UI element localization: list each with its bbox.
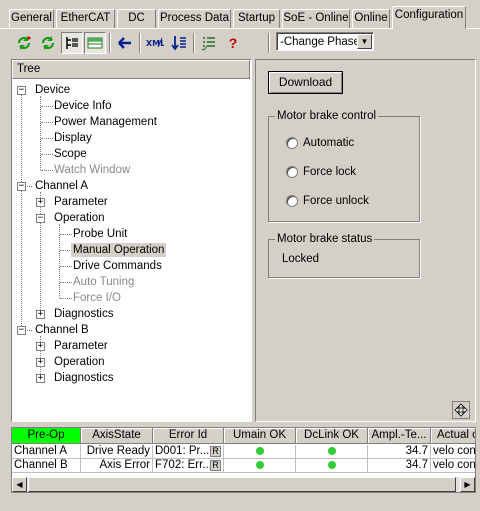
row-b-actual: velo con — [431, 459, 475, 473]
tab-general[interactable]: General — [9, 9, 54, 28]
tree-node-operation[interactable]: Operation — [52, 355, 107, 369]
radio-force-unlock[interactable] — [286, 195, 298, 207]
table-view-icon[interactable] — [84, 32, 106, 54]
tree-view-icon[interactable] — [61, 32, 83, 54]
brake-status-title: Motor brake status — [275, 233, 375, 246]
reset-button[interactable]: R — [210, 460, 221, 471]
expand-icon[interactable]: + — [36, 374, 45, 383]
tab-configuration[interactable]: Configuration — [392, 6, 466, 29]
row-a-temp: 34.7 — [368, 445, 431, 459]
import-export-icon[interactable] — [168, 32, 190, 54]
tree-node-channel-a[interactable]: Channel A — [33, 179, 90, 193]
horizontal-scrollbar[interactable]: ◀ ▶ — [12, 477, 475, 492]
chevron-down-icon[interactable]: ▼ — [357, 34, 372, 49]
toolbar-separator — [193, 33, 195, 53]
tree-node-operation[interactable]: Operation — [52, 211, 107, 225]
phase-select[interactable]: -Change Phase- ▼ — [276, 32, 374, 51]
tab-online[interactable]: Online — [352, 9, 390, 28]
toolbar-separator — [268, 33, 270, 53]
brake-status-value: Locked — [282, 253, 320, 265]
header-dclink-ok[interactable]: DcLink OK — [296, 428, 368, 444]
tab-dc[interactable]: DC — [117, 9, 156, 28]
collapse-icon[interactable]: − — [17, 326, 26, 335]
download-button[interactable]: Download — [268, 71, 343, 94]
header-error-id[interactable]: Error Id — [153, 428, 224, 444]
scroll-left-icon[interactable]: ◀ — [12, 477, 27, 492]
tree-node-parameter[interactable]: Parameter — [52, 339, 110, 353]
header-umain-ok[interactable]: Umain OK — [224, 428, 296, 444]
reload-icon[interactable] — [37, 32, 59, 54]
row-b-error-cell[interactable]: F702: Err... R — [153, 459, 224, 473]
phase-select-value: -Change Phase- — [280, 36, 364, 48]
radio-automatic[interactable] — [286, 137, 298, 149]
row-a-umain-led — [224, 445, 296, 459]
scrollbar-thumb[interactable] — [28, 477, 456, 492]
brake-control-title: Motor brake control — [275, 110, 379, 123]
row-a-dclink-led — [296, 445, 368, 459]
tab-startup[interactable]: Startup — [233, 9, 280, 28]
expand-icon[interactable]: + — [36, 342, 45, 351]
help-icon[interactable]: ? — [222, 32, 244, 54]
tree-node-diagnostics[interactable]: Diagnostics — [52, 307, 115, 321]
row-a-axis-state[interactable]: Drive Ready — [81, 445, 153, 459]
collapse-icon[interactable]: − — [36, 214, 45, 223]
radio-force-unlock-label[interactable]: Force unlock — [303, 194, 369, 208]
row-b-temp: 34.7 — [368, 459, 431, 473]
header-axis-state[interactable]: AxisState — [81, 428, 153, 444]
radio-force-lock-label[interactable]: Force lock — [303, 165, 356, 179]
xml-icon[interactable]: XML — [144, 32, 166, 54]
tree-node-display[interactable]: Display — [52, 131, 94, 145]
tab-soe-online[interactable]: SoE - Online — [282, 9, 350, 28]
expand-icon[interactable]: + — [36, 310, 45, 319]
tree-node-drive-commands[interactable]: Drive Commands — [71, 259, 164, 273]
tree-node-force-io[interactable]: Force I/O — [71, 291, 123, 305]
tree-node-parameter[interactable]: Parameter — [52, 195, 110, 209]
tree-node-diagnostics[interactable]: Diagnostics — [52, 371, 115, 385]
status-led-icon — [255, 446, 264, 455]
tree-node-auto-tuning[interactable]: Auto Tuning — [71, 275, 136, 289]
row-a-name[interactable]: Channel A — [12, 445, 81, 459]
header-ampl-temp[interactable]: Ampl.-Te... — [368, 428, 431, 444]
tree-node-manual-operation[interactable]: Manual Operation — [71, 243, 167, 257]
expand-icon[interactable]: + — [36, 198, 45, 207]
tree-node-scope[interactable]: Scope — [52, 147, 89, 161]
scroll-right-icon[interactable]: ▶ — [460, 477, 475, 492]
row-b-dclink-led — [296, 459, 368, 473]
reset-button[interactable]: R — [210, 446, 221, 457]
expand-icon[interactable]: + — [36, 358, 45, 367]
row-a-error-cell[interactable]: D001: Pr... R — [153, 445, 224, 459]
header-state[interactable]: Pre-Op — [12, 428, 81, 444]
row-a-error-id: D001: Pr... — [155, 445, 210, 457]
tree-node-watch-window[interactable]: Watch Window — [52, 163, 132, 177]
tree-node-probe-unit[interactable]: Probe Unit — [71, 227, 129, 241]
radio-force-lock[interactable] — [286, 166, 298, 178]
tree-node-power-management[interactable]: Power Management — [52, 115, 159, 129]
tab-ethercat[interactable]: EtherCAT — [56, 9, 115, 28]
back-arrow-icon[interactable] — [114, 32, 136, 54]
row-a-actual: velo con — [431, 445, 475, 459]
collapse-icon[interactable]: − — [17, 182, 26, 191]
checklist-icon[interactable] — [198, 32, 220, 54]
radio-automatic-label[interactable]: Automatic — [303, 136, 354, 150]
row-b-name[interactable]: Channel B — [12, 459, 81, 473]
status-led-icon — [327, 446, 336, 455]
row-b-umain-led — [224, 459, 296, 473]
status-led-icon — [255, 460, 264, 469]
tab-process-data[interactable]: Process Data — [158, 9, 231, 28]
refresh-icon[interactable] — [13, 32, 35, 54]
move-icon[interactable] — [452, 401, 470, 419]
row-b-axis-state[interactable]: Axis Error — [81, 459, 153, 473]
collapse-icon[interactable]: − — [17, 86, 26, 95]
tree-node-device[interactable]: Device — [33, 83, 72, 97]
tree-pane — [11, 59, 252, 422]
status-led-icon — [327, 460, 336, 469]
header-actual[interactable]: Actual o — [431, 428, 475, 444]
tree-node-device-info[interactable]: Device Info — [52, 99, 114, 113]
tree-header: Tree — [12, 60, 250, 79]
row-b-error-id: F702: Err... — [155, 459, 212, 471]
toolbar-separator — [139, 33, 141, 53]
tree-node-channel-b[interactable]: Channel B — [33, 323, 91, 337]
toolbar-separator — [109, 33, 111, 53]
